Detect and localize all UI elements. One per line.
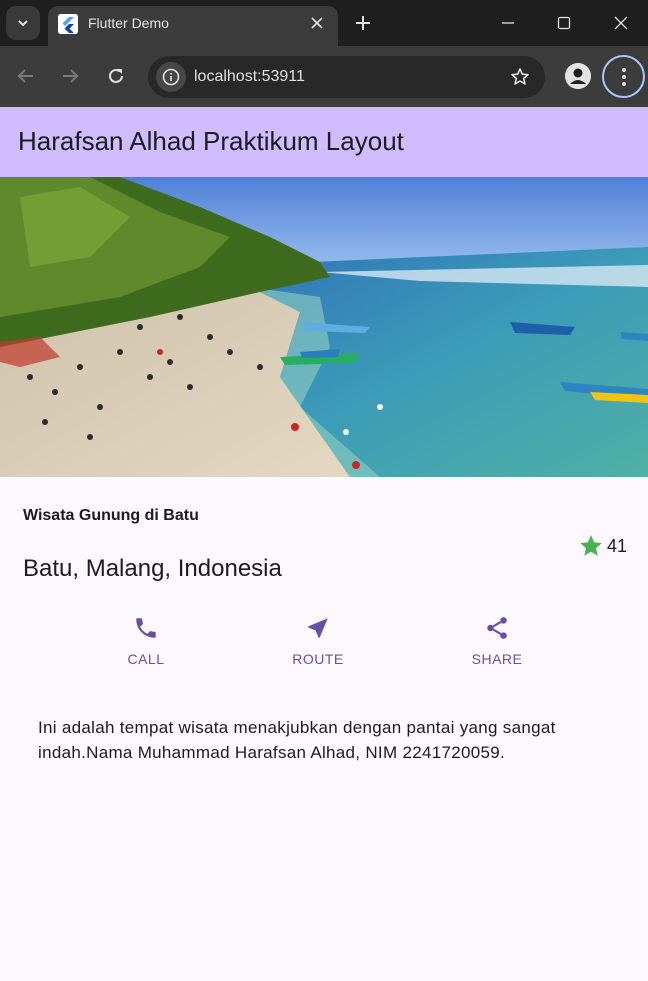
phone-icon bbox=[136, 618, 156, 638]
browser-toolbar: localhost:53911 bbox=[0, 46, 648, 107]
flutter-icon bbox=[58, 14, 78, 34]
browser-tab[interactable]: Flutter Demo bbox=[48, 6, 338, 46]
reload-button[interactable] bbox=[102, 62, 130, 90]
tab-title: Flutter Demo bbox=[88, 15, 169, 31]
maximize-button[interactable] bbox=[544, 8, 584, 38]
place-location: Batu, Malang, Indonesia bbox=[23, 555, 282, 582]
rating-count: 41 bbox=[607, 535, 628, 556]
content-area: Wisata Gunung di Batu Batu, Malang, Indo… bbox=[0, 477, 648, 981]
tab-search-button[interactable] bbox=[6, 6, 40, 40]
route-label: ROUTE bbox=[292, 651, 344, 667]
url-text: localhost:53911 bbox=[194, 68, 305, 85]
more-vertical-icon bbox=[621, 67, 626, 86]
navigation-icon bbox=[308, 618, 328, 638]
close-icon bbox=[614, 16, 628, 30]
plus-icon bbox=[356, 16, 370, 30]
browser-menu-button[interactable] bbox=[602, 55, 645, 98]
site-info-button[interactable] bbox=[156, 62, 186, 92]
forward-button[interactable] bbox=[56, 62, 84, 90]
app-bar: Harafsan Alhad Praktikum Layout bbox=[0, 107, 648, 177]
minimize-icon bbox=[502, 22, 514, 24]
chevron-down-icon bbox=[18, 20, 28, 27]
minimize-button[interactable] bbox=[488, 8, 528, 38]
arrow-right-icon bbox=[63, 69, 79, 83]
page-title: Harafsan Alhad Praktikum Layout bbox=[18, 126, 404, 156]
route-button[interactable]: ROUTE bbox=[258, 615, 378, 667]
close-icon[interactable] bbox=[308, 14, 326, 32]
maximize-icon bbox=[557, 16, 571, 30]
share-icon bbox=[487, 617, 507, 639]
close-window-button[interactable] bbox=[601, 8, 641, 38]
reload-icon bbox=[109, 68, 123, 83]
call-label: CALL bbox=[127, 651, 165, 667]
description-text: Ini adalah tempat wisata menakjubkan den… bbox=[38, 718, 556, 762]
share-button[interactable]: SHARE bbox=[437, 615, 557, 667]
star-icon bbox=[580, 535, 602, 556]
address-bar[interactable]: localhost:53911 bbox=[148, 56, 545, 98]
bookmark-star-icon[interactable] bbox=[509, 66, 531, 88]
place-title: Wisata Gunung di Batu bbox=[23, 507, 199, 524]
new-tab-button[interactable] bbox=[352, 12, 374, 34]
profile-avatar-icon[interactable] bbox=[565, 63, 591, 89]
browser-tab-bar: Flutter Demo bbox=[0, 0, 648, 46]
info-icon bbox=[162, 68, 180, 86]
share-label: SHARE bbox=[471, 651, 523, 667]
back-button[interactable] bbox=[12, 62, 40, 90]
rating: 41 bbox=[578, 533, 627, 559]
call-button[interactable]: CALL bbox=[86, 615, 206, 667]
beach-image bbox=[0, 177, 648, 477]
arrow-left-icon bbox=[17, 69, 33, 83]
